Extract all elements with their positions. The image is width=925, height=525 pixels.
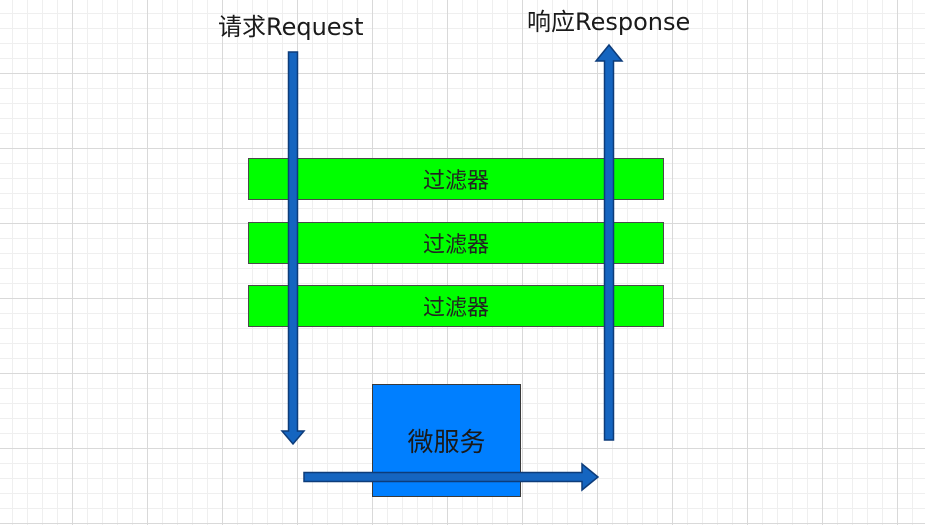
diagram-canvas: 请求Request 响应Response 过滤器 过滤器 过滤器 微服务 (0, 0, 925, 525)
filter-box-1: 过滤器 (248, 158, 664, 200)
response-label: 响应Response (527, 8, 691, 36)
filter-box-3: 过滤器 (248, 285, 664, 327)
filter-label: 过滤器 (422, 169, 489, 194)
microservice-label: 微服务 (407, 428, 486, 458)
request-label: 请求Request (218, 13, 364, 41)
filter-label: 过滤器 (422, 296, 489, 321)
microservice-box: 微服务 (372, 384, 521, 497)
filter-label: 过滤器 (422, 233, 489, 258)
filter-box-2: 过滤器 (248, 222, 664, 264)
